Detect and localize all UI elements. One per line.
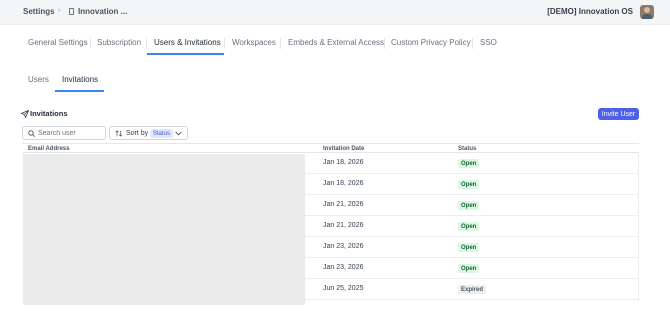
status-badge: Open bbox=[458, 222, 480, 231]
top-bar: Settings › Innovation ... [DEMO] Innovat… bbox=[0, 0, 670, 25]
section-title: Invitations bbox=[30, 109, 68, 118]
invitation-date: Jan 18, 2026 bbox=[323, 180, 364, 187]
status-badge: Expired bbox=[458, 285, 487, 294]
invitation-date: Jan 23, 2026 bbox=[323, 243, 364, 250]
breadcrumb-current[interactable]: Innovation ... bbox=[78, 7, 127, 16]
invitation-date: Jan 23, 2026 bbox=[323, 264, 364, 271]
redacted-email-column bbox=[23, 154, 305, 305]
sort-label: Sort by bbox=[126, 130, 149, 137]
sort-dropdown[interactable]: Sort by Status bbox=[109, 126, 188, 140]
status-badge: Open bbox=[458, 201, 480, 210]
tab-divider bbox=[384, 38, 385, 49]
status-badge: Open bbox=[458, 159, 480, 168]
tab-users-invitations[interactable]: Users & Invitations bbox=[154, 38, 221, 47]
invitation-date: Jan 21, 2026 bbox=[323, 222, 364, 229]
table-row[interactable]: Jun 25, 2025 Expired bbox=[305, 279, 639, 300]
search-icon bbox=[28, 130, 35, 137]
search-input[interactable] bbox=[38, 129, 104, 138]
tab-divider bbox=[90, 38, 91, 49]
tab-custom-privacy-policy[interactable]: Custom Privacy Policy bbox=[391, 38, 471, 47]
table-border bbox=[638, 153, 639, 301]
user-avatar[interactable] bbox=[640, 5, 654, 19]
tab-embeds-external-access[interactable]: Embeds & External Access bbox=[288, 38, 384, 47]
status-badge: Open bbox=[458, 264, 480, 273]
table-row[interactable]: Jan 23, 2026 Open bbox=[305, 258, 639, 279]
subtab-invitations[interactable]: Invitations bbox=[62, 75, 98, 84]
search-field[interactable] bbox=[22, 126, 106, 140]
table-header: Email Address Invitation Date Status bbox=[22, 143, 639, 153]
column-email-address: Email Address bbox=[28, 146, 70, 152]
invitations-table: Email Address Invitation Date Status Jan… bbox=[22, 143, 639, 305]
table-row[interactable]: Jan 18, 2026 Open bbox=[305, 153, 639, 174]
table-row[interactable]: Jan 18, 2026 Open bbox=[305, 174, 639, 195]
avatar-body bbox=[642, 14, 652, 19]
tab-general-settings[interactable]: General Settings bbox=[28, 38, 88, 47]
tab-sso[interactable]: SSO bbox=[480, 38, 497, 47]
subtab-users[interactable]: Users bbox=[28, 75, 49, 84]
status-badge: Open bbox=[458, 243, 480, 252]
invitation-date: Jan 18, 2026 bbox=[323, 159, 364, 166]
org-name[interactable]: [DEMO] Innovation OS bbox=[547, 7, 633, 16]
status-badge: Open bbox=[458, 180, 480, 189]
active-subtab-indicator bbox=[55, 90, 104, 92]
table-row[interactable]: Jan 21, 2026 Open bbox=[305, 195, 639, 216]
breadcrumb-separator: › bbox=[58, 7, 61, 14]
invitation-date: Jun 25, 2025 bbox=[323, 285, 364, 292]
tab-divider bbox=[280, 38, 281, 49]
invite-user-button[interactable]: Invite User bbox=[598, 108, 639, 120]
tab-divider bbox=[146, 38, 147, 49]
tab-workspaces[interactable]: Workspaces bbox=[232, 38, 276, 47]
settings-tabs: General Settings Subscription Users & In… bbox=[0, 25, 670, 57]
document-icon bbox=[69, 8, 74, 15]
avatar-head bbox=[644, 7, 650, 13]
tab-subscription[interactable]: Subscription bbox=[97, 38, 141, 47]
sort-arrows-icon bbox=[115, 130, 123, 137]
sort-value-pill: Status bbox=[150, 129, 174, 138]
table-row[interactable]: Jan 21, 2026 Open bbox=[305, 216, 639, 237]
breadcrumb-settings[interactable]: Settings bbox=[23, 7, 55, 16]
chevron-down-icon bbox=[175, 131, 182, 136]
tab-divider bbox=[224, 38, 225, 49]
table-row[interactable]: Jan 23, 2026 Open bbox=[305, 237, 639, 258]
column-invitation-date: Invitation Date bbox=[323, 146, 365, 152]
tab-divider bbox=[472, 38, 473, 49]
column-status: Status bbox=[458, 146, 477, 152]
send-icon bbox=[21, 110, 29, 118]
invitation-date: Jan 21, 2026 bbox=[323, 201, 364, 208]
active-tab-indicator bbox=[147, 53, 224, 55]
